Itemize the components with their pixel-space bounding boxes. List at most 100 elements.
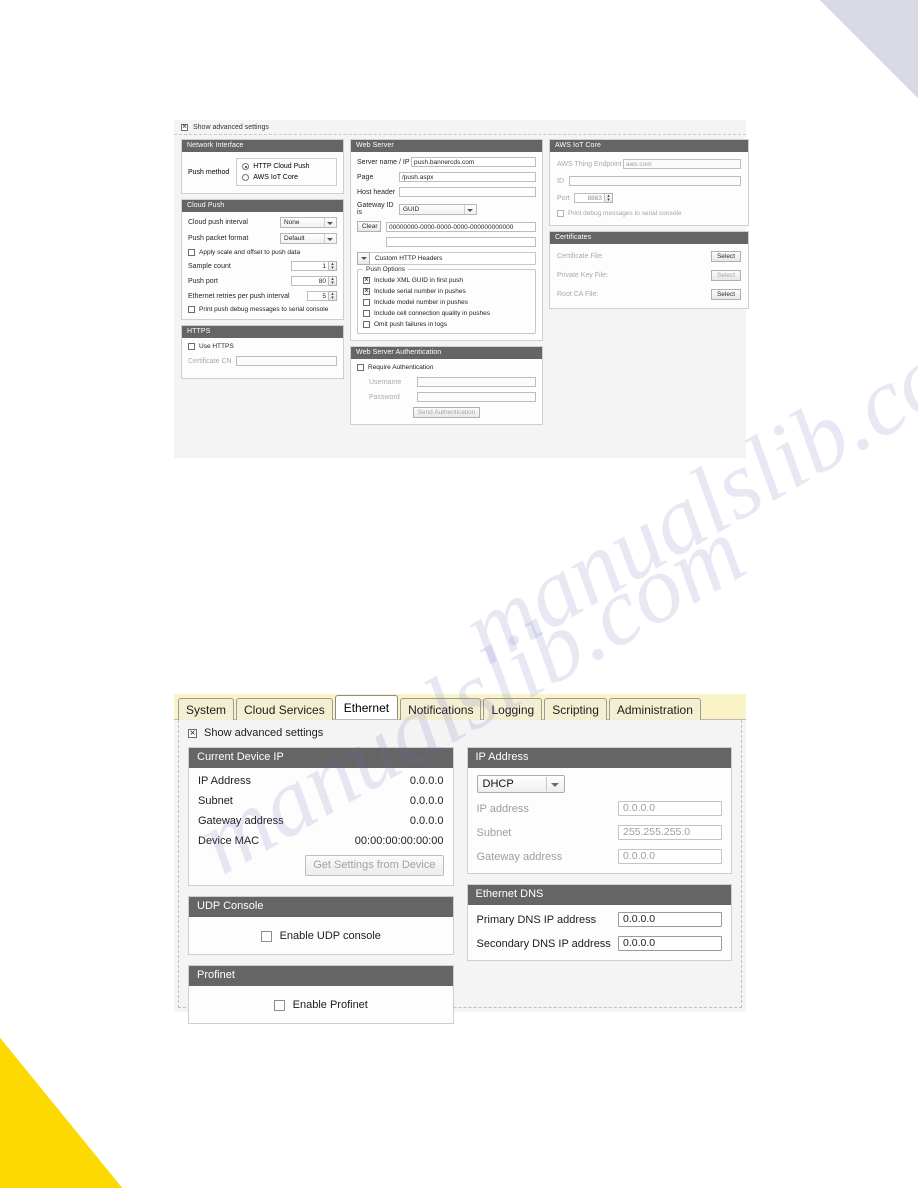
show-advanced-settings-row[interactable]: Show advanced settings (174, 120, 746, 135)
tab-administration[interactable]: Administration (608, 698, 701, 720)
ip-mode-value: DHCP (482, 778, 514, 790)
ip-gateway-field-input[interactable]: 0.0.0.0 (618, 849, 722, 864)
push-option-xml-guid[interactable]: Include XML GUID in first push (363, 275, 530, 284)
server-name-label: Server name / IP (357, 158, 410, 166)
push-port-value[interactable]: 80 (291, 276, 329, 286)
push-method-option-aws-iot-core[interactable]: AWS IoT Core (242, 174, 330, 181)
secondary-dns-input[interactable]: 0.0.0.0 (618, 936, 722, 951)
sample-count-spin-buttons[interactable]: ▴ ▾ (329, 261, 337, 271)
enable-udp-console-checkbox[interactable] (260, 930, 272, 942)
push-option-xml-guid-checkbox[interactable] (363, 275, 370, 284)
server-name-row: Server name / IP push.bannercds.com (357, 157, 536, 167)
certificate-file-select-button[interactable]: Select (711, 251, 741, 262)
profinet-title: Profinet (189, 966, 453, 986)
ip-mode-select[interactable]: DHCP (476, 775, 565, 793)
custom-http-headers-row[interactable]: Custom HTTP Headers (357, 252, 536, 265)
aws-port-value[interactable]: 8883 (574, 193, 605, 203)
sample-count-label: Sample count (188, 262, 231, 270)
root-ca-file-select-button[interactable]: Select (711, 289, 741, 300)
aws-print-debug-row[interactable]: Print debug messages to serial console (557, 210, 741, 217)
enable-profinet-checkbox[interactable] (273, 999, 285, 1011)
push-option-model-number-checkbox[interactable] (363, 299, 370, 306)
push-option-omit-failures-checkbox[interactable] (363, 321, 370, 328)
print-push-debug-row[interactable]: Print push debug messages to serial cons… (188, 306, 337, 313)
radio-aws-iot-core[interactable] (242, 174, 250, 181)
https-panel: HTTPS Use HTTPS Certificate CN (181, 325, 344, 379)
require-authentication-row[interactable]: Require Authentication (357, 364, 536, 371)
enable-profinet-row[interactable]: Enable Profinet (198, 995, 444, 1014)
apply-scale-offset-row[interactable]: Apply scale and offset to push data (188, 249, 337, 256)
push-option-omit-failures[interactable]: Omit push failures in logs (363, 321, 530, 328)
cloud-push-interval-label: Cloud push interval (188, 219, 248, 226)
page-input[interactable]: /push.aspx (399, 172, 536, 182)
push-option-serial-number[interactable]: Include serial number in pushes (363, 286, 530, 295)
private-key-file-select-button[interactable]: Select (711, 270, 741, 281)
cloud-push-interval-select[interactable]: None (280, 217, 337, 228)
sample-count-value[interactable]: 1 (291, 261, 329, 271)
tab-scripting[interactable]: Scripting (544, 698, 607, 720)
send-authentication-button[interactable]: Send Authentication (412, 407, 481, 418)
ip-address-field-input[interactable]: 0.0.0.0 (618, 801, 722, 816)
password-input[interactable] (417, 392, 536, 402)
certificate-cn-input[interactable] (236, 356, 337, 366)
extra-input[interactable] (386, 237, 536, 247)
tab-ethernet[interactable]: Ethernet (334, 695, 399, 719)
guid-row: Clear 00000000-0000-0000-0000-0000000000… (357, 221, 536, 232)
server-name-input[interactable]: push.bannercds.com (411, 157, 536, 167)
push-port-stepper[interactable]: 80 ▴ ▾ (291, 276, 337, 286)
aws-port-stepper[interactable]: 8883 ▴ ▾ (574, 193, 613, 203)
ethernet-show-advanced-settings-row[interactable]: Show advanced settings (188, 727, 732, 739)
aws-port-row: Port 8883 ▴ ▾ (557, 193, 741, 203)
web-server-title: Web Server (351, 140, 542, 152)
push-option-model-number[interactable]: Include model number in pushes (363, 299, 530, 306)
print-push-debug-checkbox[interactable] (188, 306, 195, 313)
host-header-row: Host header (357, 187, 536, 197)
ip-subnet-field-input[interactable]: 255.255.255.0 (618, 825, 722, 840)
host-header-input[interactable] (399, 187, 536, 197)
push-option-serial-number-checkbox[interactable] (363, 286, 370, 295)
cloud-push-interval-row: Cloud push interval None (188, 217, 337, 228)
ethernet-retries-value[interactable]: 5 (307, 291, 329, 301)
use-https-row[interactable]: Use HTTPS (188, 343, 337, 350)
cloud-push-title: Cloud Push (182, 200, 343, 212)
sample-count-stepper[interactable]: 1 ▴ ▾ (291, 261, 337, 271)
show-advanced-settings-checkbox[interactable] (181, 122, 188, 131)
device-subnet-label: Subnet (198, 795, 233, 807)
tab-notifications[interactable]: Notifications (400, 698, 482, 720)
tab-system[interactable]: System (178, 698, 235, 720)
ethernet-retries-spin-buttons[interactable]: ▴ ▾ (329, 291, 337, 301)
aws-print-debug-checkbox[interactable] (557, 210, 564, 217)
ethernet-retries-stepper[interactable]: 5 ▴ ▾ (307, 291, 337, 301)
print-push-debug-label: Print push debug messages to serial cons… (199, 306, 329, 313)
root-ca-file-label: Root CA File: (557, 291, 599, 298)
push-port-spin-buttons[interactable]: ▴ ▾ (329, 276, 337, 286)
aws-port-spin-buttons[interactable]: ▴ ▾ (605, 193, 613, 203)
ethernet-show-advanced-settings-checkbox[interactable] (188, 728, 197, 739)
device-ip-address-value: 0.0.0.0 (409, 775, 444, 787)
push-option-cell-quality[interactable]: Include cell connection quality in pushe… (363, 310, 530, 317)
push-option-cell-quality-checkbox[interactable] (363, 310, 370, 317)
primary-dns-input[interactable]: 0.0.0.0 (618, 912, 722, 927)
clear-button[interactable]: Clear (357, 221, 381, 232)
gateway-id-select[interactable]: GUID (399, 203, 477, 215)
page-row: Page /push.aspx (357, 172, 536, 182)
use-https-checkbox[interactable] (188, 343, 195, 350)
tab-cloud-services[interactable]: Cloud Services (236, 698, 333, 720)
push-packet-format-select[interactable]: Default (280, 233, 337, 244)
apply-scale-offset-checkbox[interactable] (188, 249, 195, 256)
push-method-option-http-cloud-push[interactable]: HTTP Cloud Push (242, 163, 330, 170)
apply-scale-offset-label: Apply scale and offset to push data (199, 249, 301, 256)
username-input[interactable] (417, 377, 536, 387)
push-packet-format-row: Push packet format Default (188, 233, 337, 244)
push-packet-format-value: Default (284, 235, 305, 242)
guid-input[interactable]: 00000000-0000-0000-0000-000000000000 (386, 221, 536, 232)
aws-thing-endpoint-input[interactable]: aws.com (623, 159, 741, 169)
get-settings-from-device-button[interactable]: Get Settings from Device (305, 855, 444, 876)
chevron-down-icon[interactable] (357, 252, 370, 265)
radio-http-cloud-push[interactable] (242, 163, 250, 170)
require-authentication-checkbox[interactable] (357, 364, 364, 371)
push-option-omit-failures-label: Omit push failures in logs (374, 321, 447, 328)
tab-logging[interactable]: Logging (483, 698, 543, 720)
aws-id-input[interactable] (569, 176, 741, 186)
enable-udp-console-row[interactable]: Enable UDP console (198, 926, 444, 945)
